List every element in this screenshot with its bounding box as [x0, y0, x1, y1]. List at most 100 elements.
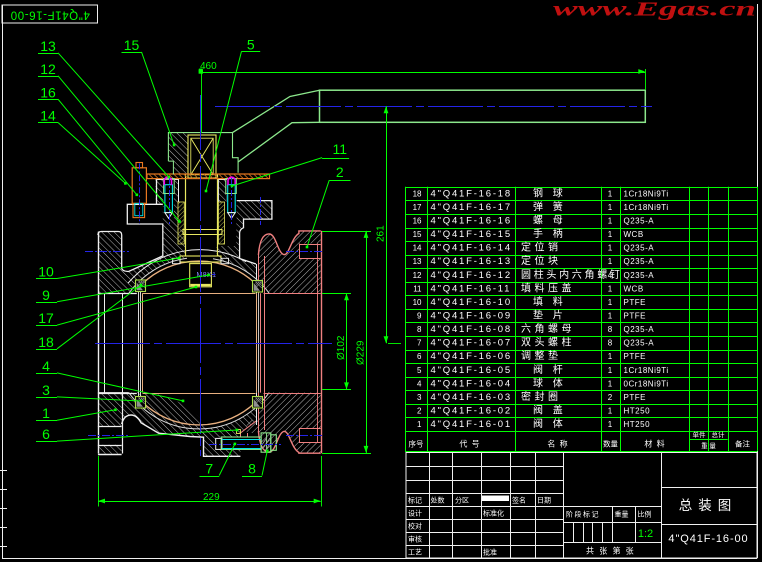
svg-text:1: 1 [608, 352, 613, 361]
svg-text:17: 17 [413, 203, 422, 212]
svg-text:2: 2 [336, 164, 344, 180]
svg-text:4"Q41F-16-04: 4"Q41F-16-04 [431, 378, 512, 389]
svg-text:4"Q41F-16-14: 4"Q41F-16-14 [431, 243, 512, 254]
svg-text:工艺: 工艺 [408, 549, 422, 557]
svg-text:4"Q41F-16-00: 4"Q41F-16-00 [10, 9, 90, 21]
svg-text:11: 11 [333, 141, 348, 157]
svg-text:229: 229 [203, 492, 220, 503]
svg-text:设计: 设计 [408, 509, 422, 518]
svg-text:审核: 审核 [408, 535, 422, 544]
svg-text:总计: 总计 [712, 430, 726, 439]
svg-text:总装图: 总装图 [679, 498, 738, 513]
svg-text:2: 2 [608, 393, 613, 402]
svg-text:1Cr18Ni9Ti: 1Cr18Ni9Ti [624, 203, 669, 212]
svg-text:手 柄: 手 柄 [533, 227, 566, 240]
svg-text:4"Q41F-16-08: 4"Q41F-16-08 [431, 324, 512, 335]
svg-text:4"Q41F-16-05: 4"Q41F-16-05 [431, 365, 512, 376]
svg-text:钢 球: 钢 球 [533, 186, 566, 199]
svg-text:10: 10 [413, 298, 422, 307]
svg-text:阶段标记: 阶段标记 [566, 510, 600, 519]
svg-text:4"Q41F-16-12: 4"Q41F-16-12 [431, 270, 512, 281]
svg-text:六角螺母: 六角螺母 [521, 323, 575, 335]
svg-text:0Cr18Ni9Ti: 0Cr18Ni9Ti [624, 379, 669, 388]
svg-text:1:2: 1:2 [638, 528, 653, 540]
svg-text:名 称: 名 称 [547, 438, 568, 448]
svg-text:15: 15 [124, 37, 140, 53]
svg-text:Q235-A: Q235-A [624, 217, 655, 226]
svg-text:1: 1 [608, 407, 613, 416]
svg-text:4"Q41F-16-00: 4"Q41F-16-00 [668, 533, 748, 545]
svg-text:4"Q41F-16-16: 4"Q41F-16-16 [431, 216, 512, 227]
svg-text:代 号: 代 号 [459, 438, 480, 448]
svg-text:批准: 批准 [483, 548, 497, 557]
svg-text:12: 12 [413, 271, 422, 280]
svg-text:4: 4 [417, 379, 422, 388]
svg-text:4: 4 [608, 271, 613, 280]
svg-text:Ø229: Ø229 [356, 340, 367, 365]
svg-text:阀 杆: 阀 杆 [533, 363, 566, 376]
svg-text:1: 1 [608, 244, 613, 253]
svg-text:www.Egas.cn: www.Egas.cn [553, 0, 756, 21]
svg-text:2: 2 [417, 407, 422, 416]
svg-text:Q235-A: Q235-A [624, 271, 655, 280]
svg-text:1: 1 [608, 312, 613, 321]
svg-text:3: 3 [42, 382, 50, 398]
svg-text:1: 1 [608, 257, 613, 266]
svg-text:8: 8 [248, 461, 256, 477]
svg-text:处数: 处数 [431, 496, 445, 505]
svg-text:共 张 第 张: 共 张 第 张 [586, 546, 635, 556]
svg-text:垫 片: 垫 片 [533, 309, 566, 322]
svg-text:18: 18 [38, 334, 54, 350]
svg-text:4"Q41F-16-10: 4"Q41F-16-10 [431, 297, 512, 308]
svg-text:Q235-A: Q235-A [624, 325, 655, 334]
svg-text:4"Q41F-16-02: 4"Q41F-16-02 [431, 406, 512, 417]
svg-text:10: 10 [38, 264, 54, 280]
svg-text:15: 15 [413, 230, 422, 239]
svg-text:4"Q41F-16-18: 4"Q41F-16-18 [431, 188, 512, 199]
svg-text:3: 3 [417, 393, 422, 402]
svg-text:4"Q41F-16-03: 4"Q41F-16-03 [431, 392, 512, 403]
svg-text:1: 1 [608, 284, 613, 293]
svg-text:18: 18 [413, 189, 422, 198]
svg-text:WCB: WCB [624, 284, 644, 293]
svg-text:1: 1 [417, 420, 422, 429]
svg-text:14: 14 [413, 244, 422, 253]
svg-text:8: 8 [608, 339, 613, 348]
svg-text:261: 261 [376, 225, 387, 242]
svg-text:4"Q41F-16-01: 4"Q41F-16-01 [431, 419, 512, 430]
svg-text:比例: 比例 [638, 510, 652, 519]
svg-text:7: 7 [417, 339, 422, 348]
svg-text:16: 16 [413, 217, 422, 226]
svg-text:Ø102: Ø102 [336, 335, 347, 360]
svg-text:1Cr18Ni9Ti: 1Cr18Ni9Ti [624, 366, 669, 375]
svg-text:8: 8 [608, 325, 613, 334]
svg-text:定位块: 定位块 [521, 254, 562, 267]
svg-text:单件: 单件 [693, 430, 707, 439]
svg-text:6: 6 [417, 352, 422, 361]
svg-text:1: 1 [608, 189, 613, 198]
svg-text:标记: 标记 [408, 496, 422, 505]
svg-text:PTFE: PTFE [624, 298, 646, 307]
svg-text:重 量: 重 量 [701, 442, 716, 450]
svg-text:Q235-A: Q235-A [624, 257, 655, 266]
svg-text:4"Q41F-16-11: 4"Q41F-16-11 [431, 283, 512, 294]
svg-text:PTFE: PTFE [624, 312, 646, 321]
svg-text:1: 1 [608, 379, 613, 388]
svg-text:定位销: 定位销 [521, 241, 562, 254]
svg-text:弹 簧: 弹 簧 [533, 200, 566, 213]
svg-text:日期: 日期 [537, 497, 551, 505]
svg-text:13: 13 [413, 257, 422, 266]
svg-text:标准化: 标准化 [483, 509, 504, 518]
svg-text:11: 11 [413, 284, 422, 293]
svg-text:调整垫: 调整垫 [521, 349, 562, 362]
svg-text:4: 4 [42, 358, 50, 374]
svg-text:1: 1 [608, 217, 613, 226]
svg-text:1: 1 [608, 420, 613, 429]
svg-text:1: 1 [608, 230, 613, 239]
svg-text:8: 8 [417, 325, 422, 334]
svg-text:1: 1 [608, 366, 613, 375]
svg-text:WCB: WCB [624, 230, 644, 239]
svg-text:备注: 备注 [735, 438, 750, 448]
svg-text:6: 6 [42, 426, 50, 442]
svg-text:9: 9 [417, 312, 422, 321]
